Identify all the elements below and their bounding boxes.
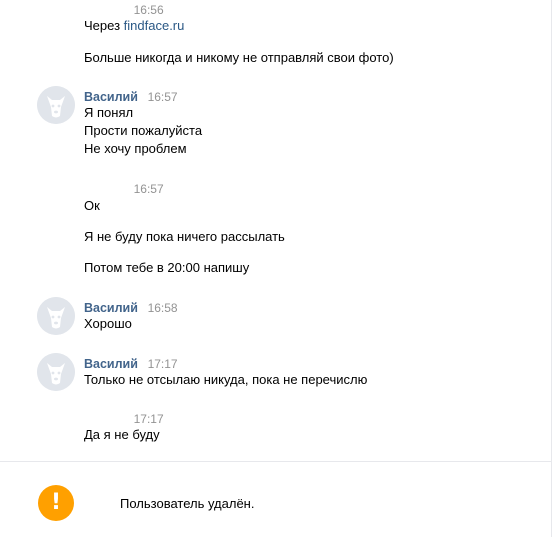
message-text-prefix: Через: [84, 18, 124, 33]
message-text: Не хочу проблем: [84, 141, 187, 156]
message-time[interactable]: 16:57: [148, 90, 178, 104]
message-time[interactable]: 16:56: [134, 3, 164, 17]
message-history[interactable]: 16:56 Через findface.ru Больше никогда и…: [0, 0, 552, 461]
message-header: Василий 17:17: [84, 356, 178, 372]
default-dog-avatar-icon[interactable]: [37, 297, 75, 335]
message-group: 16:57 Ок Я не буду пока ничего рассылать…: [0, 177, 552, 277]
message-author[interactable]: [84, 4, 124, 14]
message-text: Да я не буду: [84, 427, 160, 442]
message-author[interactable]: [84, 413, 124, 423]
message-group: 17:17 Да я не буду: [0, 409, 552, 449]
message-time[interactable]: 17:17: [148, 357, 178, 371]
deleted-user-notice: ! Пользователь удалён.: [0, 461, 552, 538]
message-author[interactable]: Василий: [84, 357, 138, 371]
message-text: Я понял: [84, 105, 134, 120]
message-header: Василий 16:58: [84, 300, 178, 316]
message-time[interactable]: 16:57: [134, 182, 164, 196]
message-text: Через findface.ru: [84, 17, 184, 35]
message-link[interactable]: findface.ru: [124, 18, 185, 33]
message-text: Потом тебе в 20:00 напишу: [84, 260, 250, 275]
message-author[interactable]: [84, 183, 124, 193]
message-time[interactable]: 16:58: [148, 301, 178, 315]
default-dog-avatar-icon[interactable]: [37, 353, 75, 391]
avatar[interactable]: [37, 411, 75, 449]
message-group: 16:56 Через findface.ru Больше никогда и…: [0, 0, 552, 80]
message-author[interactable]: Василий: [84, 301, 138, 315]
message-header: 17:17: [84, 411, 164, 427]
message-text: Прости пожалуйста: [84, 123, 203, 138]
message-text: Я не буду пока ничего рассылать: [84, 229, 285, 244]
message-text: Только не отсылаю никуда, пока не перечи…: [84, 372, 368, 387]
message-header: Василий 16:57: [84, 89, 178, 105]
message-header: 16:56: [84, 2, 164, 18]
warning-icon: !: [38, 485, 74, 521]
message-text: Больше никогда и никому не отправляй сво…: [84, 50, 394, 65]
deleted-user-text: Пользователь удалён.: [120, 496, 255, 511]
message-text: Хорошо: [84, 316, 132, 331]
message-group: Василий 16:58 Хорошо: [0, 297, 552, 337]
message-author[interactable]: Василий: [84, 90, 138, 104]
message-header: 16:57: [84, 181, 164, 197]
avatar[interactable]: [37, 0, 75, 32]
message-time[interactable]: 17:17: [134, 412, 164, 426]
message-group: Василий 16:57 Я понял Прости пожалуйста …: [0, 86, 552, 160]
default-dog-avatar-icon[interactable]: [37, 86, 75, 124]
message-group: Василий 17:17 Только не отсылаю никуда, …: [0, 353, 552, 393]
avatar[interactable]: [37, 179, 75, 217]
message-text: Ок: [84, 198, 100, 213]
